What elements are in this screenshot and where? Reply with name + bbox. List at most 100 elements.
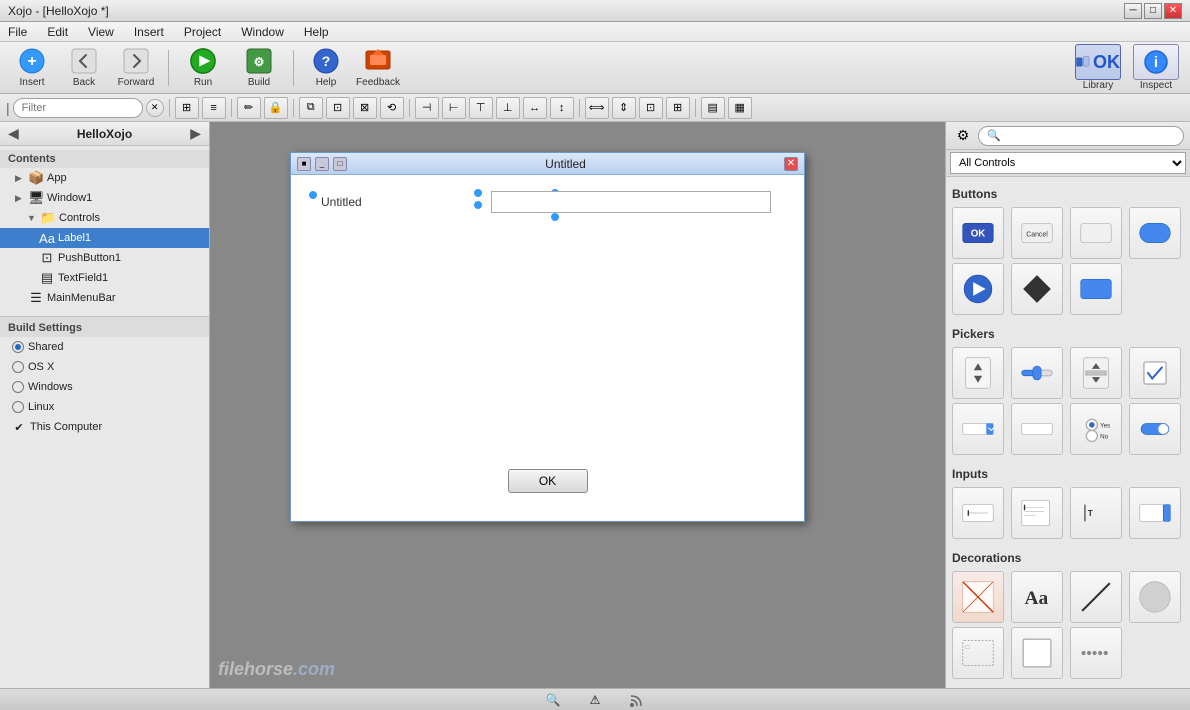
align-btn-5[interactable]: ↔ bbox=[523, 97, 547, 119]
feedback-button[interactable]: Feedback bbox=[354, 46, 402, 90]
ctrl-stepper[interactable] bbox=[1129, 487, 1181, 539]
inputs-section-title: Inputs bbox=[952, 463, 1184, 487]
ctrl-toggle-button[interactable] bbox=[1070, 263, 1122, 315]
status-search-icon[interactable]: 🔍 bbox=[544, 691, 562, 709]
ctrl-oval[interactable] bbox=[1129, 571, 1181, 623]
menu-window[interactable]: Window bbox=[237, 23, 288, 41]
align-btn-3[interactable]: ⊤ bbox=[469, 97, 493, 119]
maximize-button[interactable]: □ bbox=[1144, 3, 1162, 19]
tree-item-window1[interactable]: ▶ 🖥 Window1 bbox=[0, 188, 209, 208]
ctrl-cancel-button[interactable]: Cancel bbox=[1011, 207, 1063, 259]
menu-insert[interactable]: Insert bbox=[130, 23, 168, 41]
ctrl-canvas[interactable] bbox=[952, 571, 1004, 623]
menu-project[interactable]: Project bbox=[180, 23, 225, 41]
size-btn-1[interactable]: ⟺ bbox=[585, 97, 609, 119]
tree-item-mainmenubar[interactable]: ☰ MainMenuBar bbox=[0, 288, 209, 308]
ctrl-play-button[interactable] bbox=[952, 263, 1004, 315]
edit-btn-6[interactable]: ⊠ bbox=[353, 97, 377, 119]
align-btn-6[interactable]: ↕ bbox=[550, 97, 574, 119]
chart-btn-1[interactable]: ▤ bbox=[701, 97, 725, 119]
nav-prev[interactable]: ◀ bbox=[8, 125, 19, 142]
nav-next[interactable]: ▶ bbox=[190, 125, 201, 142]
size-btn-3[interactable]: ⊡ bbox=[639, 97, 663, 119]
forward-button[interactable]: Forward bbox=[112, 46, 160, 90]
center-canvas[interactable]: filehorse.com ■ _ □ Untitled ✕ Untitled bbox=[210, 122, 945, 688]
status-rss-icon[interactable] bbox=[628, 691, 646, 709]
ctrl-stop-button[interactable] bbox=[1011, 263, 1063, 315]
ctrl-checkbox[interactable] bbox=[1129, 347, 1181, 399]
ctrl-separator[interactable] bbox=[1070, 627, 1122, 679]
run-label: Run bbox=[194, 77, 212, 88]
back-button[interactable]: Back bbox=[60, 46, 108, 90]
tree-label-label1: Label1 bbox=[58, 232, 91, 244]
ctrl-line[interactable] bbox=[1070, 571, 1122, 623]
ctrl-radio[interactable]: YesNo bbox=[1070, 403, 1122, 455]
ctrl-scroll[interactable] bbox=[1070, 347, 1122, 399]
menu-view[interactable]: View bbox=[84, 23, 118, 41]
size-btn-4[interactable]: ⊞ bbox=[666, 97, 690, 119]
right-search-input[interactable] bbox=[978, 126, 1184, 146]
tree-item-controls[interactable]: ▼ 📁 Controls bbox=[0, 208, 209, 228]
edit-btn-lock[interactable]: 🔒 bbox=[264, 97, 288, 119]
align-btn-4[interactable]: ⊥ bbox=[496, 97, 520, 119]
help-button[interactable]: ? Help bbox=[302, 46, 350, 90]
tree-item-pushbutton1[interactable]: ⊡ PushButton1 bbox=[0, 248, 209, 268]
edit-btn-5[interactable]: ⊡ bbox=[326, 97, 350, 119]
ctrl-box[interactable] bbox=[1011, 627, 1063, 679]
menu-edit[interactable]: Edit bbox=[43, 23, 72, 41]
build-item-linux[interactable]: Linux bbox=[0, 397, 209, 417]
watermark-text: filehorse.com bbox=[218, 659, 335, 679]
tree-item-label1[interactable]: Aa Label1 bbox=[0, 228, 209, 248]
filter-input[interactable] bbox=[13, 98, 143, 118]
ctrl-updown[interactable] bbox=[952, 347, 1004, 399]
ctrl-label-input[interactable]: T bbox=[1070, 487, 1122, 539]
dialog-btn-2[interactable]: _ bbox=[315, 157, 329, 171]
status-warning-icon[interactable]: ⚠ bbox=[586, 691, 604, 709]
dialog-textfield[interactable] bbox=[491, 191, 771, 213]
filter-clear-button[interactable]: ✕ bbox=[146, 99, 164, 117]
dialog-ok-button[interactable]: OK bbox=[508, 469, 588, 493]
close-button[interactable]: ✕ bbox=[1164, 3, 1182, 19]
run-button[interactable]: Run bbox=[177, 46, 229, 90]
dialog-close-button[interactable]: ✕ bbox=[784, 157, 798, 171]
build-item-this-computer[interactable]: ✔ This Computer bbox=[0, 417, 209, 437]
build-item-osx[interactable]: OS X bbox=[0, 357, 209, 377]
ctrl-textfield[interactable] bbox=[952, 487, 1004, 539]
insert-button[interactable]: + Insert bbox=[8, 46, 56, 90]
edit-btn-pencil[interactable]: ✏ bbox=[237, 97, 261, 119]
menu-help[interactable]: Help bbox=[300, 23, 333, 41]
menu-file[interactable]: File bbox=[4, 23, 31, 41]
build-button[interactable]: ⚙ Build bbox=[233, 46, 285, 90]
ctrl-default-button[interactable] bbox=[1129, 207, 1181, 259]
edit-btn-1[interactable]: ⊞ bbox=[175, 97, 199, 119]
edit-btn-2[interactable]: ≡ bbox=[202, 97, 226, 119]
build-item-shared[interactable]: Shared bbox=[0, 337, 209, 357]
inspect-button[interactable]: i Inspect bbox=[1130, 44, 1182, 91]
all-controls-dropdown[interactable]: All Controls bbox=[950, 152, 1186, 174]
size-btn-2[interactable]: ⇕ bbox=[612, 97, 636, 119]
ctrl-date[interactable] bbox=[1011, 403, 1063, 455]
minimize-button[interactable]: ─ bbox=[1124, 3, 1142, 19]
dialog-btn-3[interactable]: □ bbox=[333, 157, 347, 171]
edit-btn-copy[interactable]: ⧉ bbox=[299, 97, 323, 119]
ctrl-group[interactable]: □ bbox=[952, 627, 1004, 679]
tree-item-app[interactable]: ▶ 📦 App bbox=[0, 168, 209, 188]
ctrl-generic-button[interactable] bbox=[1070, 207, 1122, 259]
chart-btn-2[interactable]: ▦ bbox=[728, 97, 752, 119]
ctrl-combo[interactable] bbox=[952, 403, 1004, 455]
ctrl-slider[interactable] bbox=[1011, 347, 1063, 399]
ctrl-ok-button[interactable]: OK bbox=[952, 207, 1004, 259]
build-item-windows[interactable]: Windows bbox=[0, 377, 209, 397]
align-btn-1[interactable]: ⊣ bbox=[415, 97, 439, 119]
svg-text:No: No bbox=[1100, 434, 1108, 441]
edit-btn-7[interactable]: ⟲ bbox=[380, 97, 404, 119]
tree-item-textfield1[interactable]: ▤ TextField1 bbox=[0, 268, 209, 288]
lib-insp-area: OK Library i Inspect bbox=[1072, 44, 1182, 91]
dialog-btn-1[interactable]: ■ bbox=[297, 157, 311, 171]
ctrl-label-deco[interactable]: Aa bbox=[1011, 571, 1063, 623]
ctrl-multiline[interactable] bbox=[1011, 487, 1063, 539]
ctrl-toggle-switch[interactable] bbox=[1129, 403, 1181, 455]
align-btn-2[interactable]: ⊢ bbox=[442, 97, 466, 119]
gear-icon[interactable]: ⚙ bbox=[952, 125, 974, 147]
library-button[interactable]: OK Library bbox=[1072, 44, 1124, 91]
